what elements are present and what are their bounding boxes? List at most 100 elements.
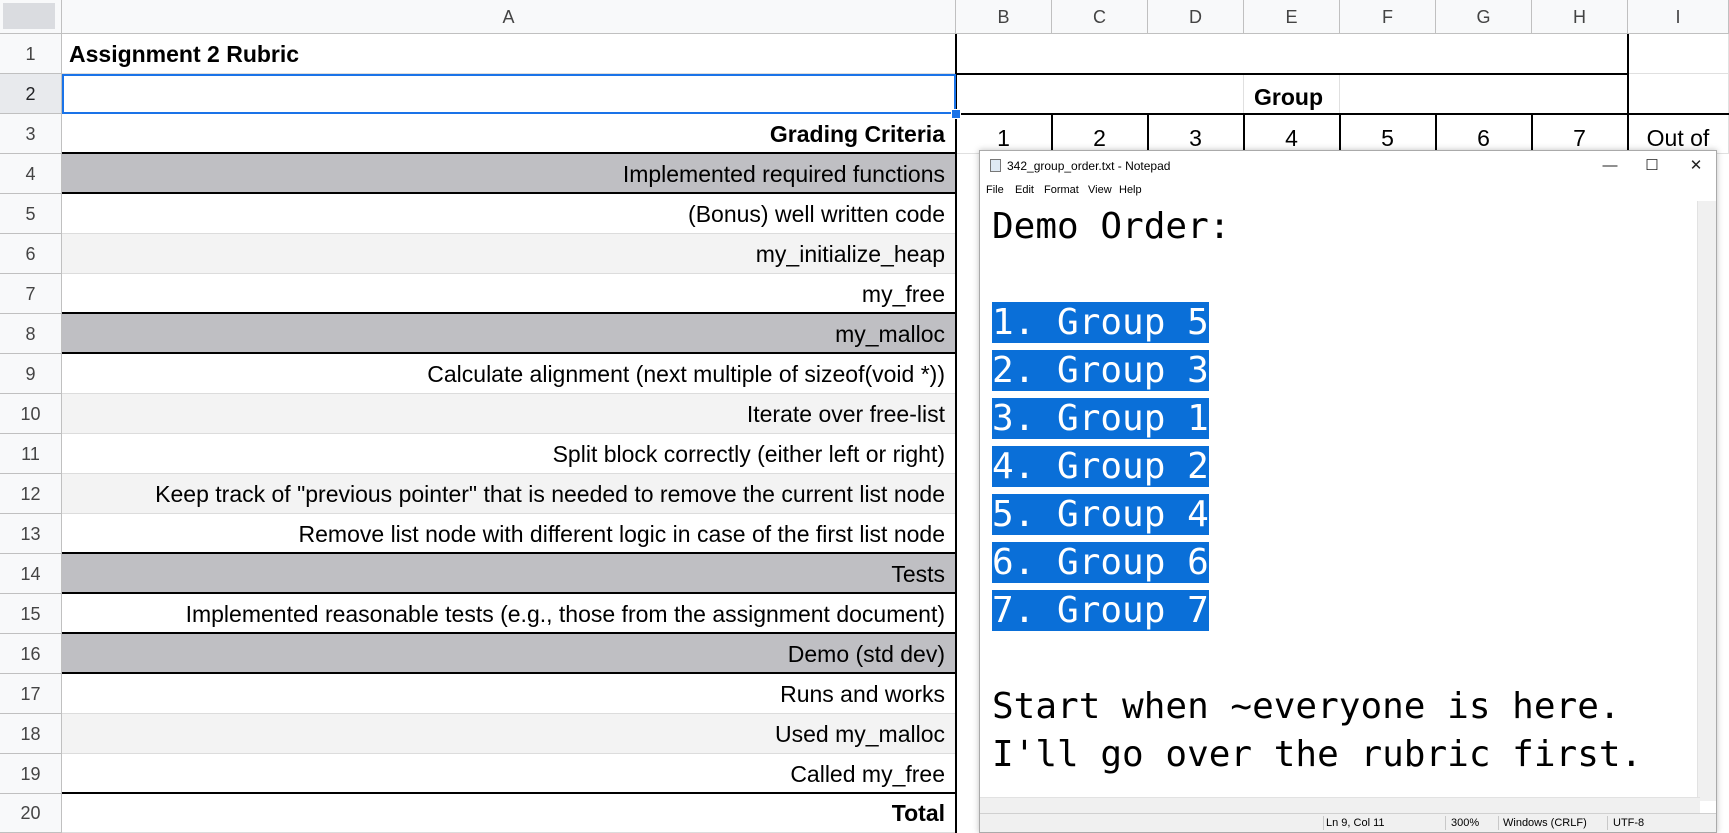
group-header[interactable]: Group [1244,74,1340,114]
out-of-header[interactable]: Out of [1628,114,1729,154]
border [1627,34,1629,154]
border [1243,114,1245,154]
status-encoding: UTF-8 [1613,817,1645,829]
selected-line: 7. Group 7 [992,590,1209,631]
cell-criterion[interactable]: Remove list node with different logic in… [62,514,955,554]
cell-criterion[interactable]: Called my_free [62,754,955,794]
border [1339,114,1341,154]
column-header-a[interactable]: A [62,0,956,34]
menu-file[interactable]: File [986,184,1004,196]
fill-handle[interactable] [951,109,961,119]
column-header-g[interactable]: G [1436,0,1532,34]
selected-cell-a2 [62,74,956,114]
select-all-corner[interactable] [0,0,62,34]
cell-criterion[interactable]: Keep track of "previous pointer" that is… [62,474,955,514]
cell-criterion[interactable]: Used my_malloc [62,714,955,754]
cell-criterion[interactable]: Split block correctly (either left or ri… [62,434,955,474]
border [955,34,957,833]
cell-section-demo[interactable]: Demo (std dev) [62,634,955,674]
notepad-text-area[interactable]: Demo Order: 1. Group 5 2. Group 3 3. Group… [992,203,1642,779]
column-header-c[interactable]: C [1052,0,1148,34]
row-header[interactable]: 11 [0,434,62,474]
row-header[interactable]: 8 [0,314,62,354]
border [1435,114,1437,154]
vertical-scrollbar[interactable] [1697,201,1716,801]
menu-edit[interactable]: Edit [1015,184,1034,196]
menu-bar: File Edit Format View Help [980,181,1716,201]
menu-view[interactable]: View [1088,184,1112,196]
row-header[interactable]: 9 [0,354,62,394]
maximize-icon[interactable]: ☐ [1632,155,1672,177]
selected-line: 6. Group 6 [992,542,1209,583]
group-number[interactable]: 5 [1340,114,1436,154]
group-number[interactable]: 7 [1532,114,1628,154]
row-header[interactable]: 19 [0,754,62,794]
group-number[interactable]: 1 [956,114,1052,154]
row-header[interactable]: 18 [0,714,62,754]
cell-grading-criteria[interactable]: Grading Criteria [62,114,955,154]
cell-total[interactable]: Total [62,794,955,833]
cell-criterion[interactable]: (Bonus) well written code [62,194,955,234]
group-number[interactable]: 6 [1436,114,1532,154]
column-header-e[interactable]: E [1244,0,1340,34]
column-header-b[interactable]: B [956,0,1052,34]
cell-criterion[interactable]: Runs and works [62,674,955,714]
menu-format[interactable]: Format [1044,184,1079,196]
group-number[interactable]: 4 [1244,114,1340,154]
row-header[interactable]: 6 [0,234,62,274]
row-header[interactable]: 1 [0,34,62,74]
notepad-window[interactable]: 342_group_order.txt - Notepad — ☐ ✕ File… [979,150,1717,833]
row-header[interactable]: 17 [0,674,62,714]
row-header[interactable]: 4 [0,154,62,194]
cell-criterion[interactable]: Implemented reasonable tests (e.g., thos… [62,594,955,634]
notepad-icon [990,159,1001,172]
cell-criterion[interactable]: Iterate over free-list [62,394,955,434]
border [956,73,1628,75]
column-header-d[interactable]: D [1148,0,1244,34]
status-zoom: 300% [1451,817,1480,829]
cell-criterion[interactable]: my_free [62,274,955,314]
border [1531,114,1533,154]
border [956,113,1729,115]
group-number[interactable]: 2 [1052,114,1148,154]
selected-line: 2. Group 3 [992,350,1209,391]
border [1147,114,1149,154]
close-icon[interactable]: ✕ [1676,155,1716,177]
row-header[interactable]: 15 [0,594,62,634]
window-title: 342_group_order.txt - Notepad [1007,159,1171,173]
row-header[interactable]: 2 [0,74,62,114]
text-line: I'll go over the rubric first. [992,734,1643,775]
cell-i1[interactable] [1628,34,1729,74]
cell-i2[interactable] [1628,74,1729,114]
status-line-ending: Windows (CRLF) [1503,817,1587,829]
cell-a1-title[interactable]: Assignment 2 Rubric [62,34,955,74]
horizontal-scrollbar[interactable] [980,797,1700,814]
row-header[interactable]: 14 [0,554,62,594]
status-bar: Ln 9, Col 11 300% Windows (CRLF) UTF-8 [980,813,1716,832]
cell-section-malloc[interactable]: my_malloc [62,314,955,354]
row-header[interactable]: 10 [0,394,62,434]
text-heading: Demo Order: [992,206,1231,247]
row-header[interactable]: 7 [0,274,62,314]
row-header[interactable]: 5 [0,194,62,234]
menu-help[interactable]: Help [1119,184,1142,196]
row-header[interactable]: 20 [0,794,62,833]
cell-section-functions[interactable]: Implemented required functions [62,154,955,194]
column-header-h[interactable]: H [1532,0,1628,34]
cell-section-tests[interactable]: Tests [62,554,955,594]
cell-criterion[interactable]: my_initialize_heap [62,234,955,274]
border [1051,114,1053,154]
row-header[interactable]: 12 [0,474,62,514]
cell-b1-h1[interactable] [956,34,1628,74]
row-header[interactable]: 3 [0,114,62,154]
row-header[interactable]: 16 [0,634,62,674]
cell-criterion[interactable]: Calculate alignment (next multiple of si… [62,354,955,394]
column-header-f[interactable]: F [1340,0,1436,34]
minimize-icon[interactable]: — [1590,155,1630,177]
column-header-i[interactable]: I [1628,0,1729,34]
notepad-titlebar[interactable]: 342_group_order.txt - Notepad — ☐ ✕ [980,151,1716,181]
selected-line: 1. Group 5 [992,302,1209,343]
cell-b2-d2[interactable] [956,74,1244,114]
group-number[interactable]: 3 [1148,114,1244,154]
row-header[interactable]: 13 [0,514,62,554]
